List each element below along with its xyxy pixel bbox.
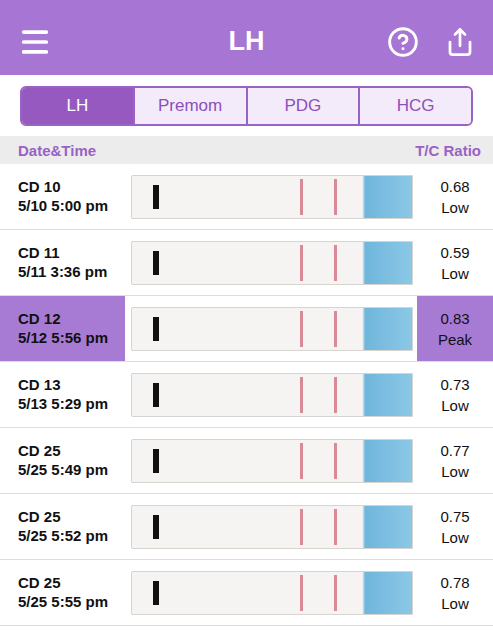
strip-cell: [125, 362, 417, 427]
strip-cell: [125, 230, 417, 295]
tab-bar: LHPremomPDGHCG: [0, 75, 493, 136]
test-row[interactable]: CD 255/25 5:55 pm 0.78Low: [0, 560, 493, 626]
ratio-result: Low: [441, 461, 469, 482]
ratio-cell: 0.73Low: [417, 362, 493, 427]
menu-icon[interactable]: [18, 25, 52, 59]
strip-cell: [125, 560, 417, 625]
strip-photo: [131, 241, 413, 285]
ratio-cell: 0.83Peak: [417, 296, 493, 361]
date-cell: CD 125/12 5:56 pm: [0, 296, 125, 361]
test-row[interactable]: CD 105/10 5:00 pm 0.68Low: [0, 164, 493, 230]
ratio-value: 0.83: [440, 308, 469, 329]
ratio-cell: 0.59Low: [417, 230, 493, 295]
tab[interactable]: PDG: [246, 88, 359, 124]
segmented-control: LHPremomPDGHCG: [20, 86, 473, 126]
date-cell: CD 255/25 5:52 pm: [0, 494, 125, 559]
ratio-value: 0.78: [440, 572, 469, 593]
ratio-value: 0.75: [440, 506, 469, 527]
ratio-cell: 0.75Low: [417, 494, 493, 559]
strip-photo: [131, 307, 413, 351]
test-row[interactable]: CD 255/25 5:52 pm 0.75Low: [0, 494, 493, 560]
ratio-cell: 0.77Low: [417, 428, 493, 493]
strip-photo: [131, 373, 413, 417]
share-icon[interactable]: [445, 27, 475, 57]
ratio-cell: 0.68Low: [417, 164, 493, 229]
app-header: LH: [0, 0, 493, 75]
ratio-value: 0.73: [440, 374, 469, 395]
strip-cell: [125, 296, 417, 361]
test-row[interactable]: CD 115/11 3:36 pm 0.59Low: [0, 230, 493, 296]
date-cell: CD 255/25 5:49 pm: [0, 428, 125, 493]
strip-photo: [131, 571, 413, 615]
ratio-value: 0.59: [440, 242, 469, 263]
column-label: Date&Time: [18, 142, 96, 159]
test-row[interactable]: CD 125/12 5:56 pm 0.83Peak: [0, 296, 493, 362]
date-cell: CD 115/11 3:36 pm: [0, 230, 125, 295]
ratio-result: Low: [441, 263, 469, 284]
ratio-result: Low: [441, 197, 469, 218]
tab[interactable]: LH: [22, 88, 133, 124]
strip-cell: [125, 428, 417, 493]
tab[interactable]: Premom: [133, 88, 246, 124]
strip-cell: [125, 164, 417, 229]
ratio-cell: 0.78Low: [417, 560, 493, 625]
tab[interactable]: HCG: [358, 88, 471, 124]
column-header: Date&Time T/C Ratio: [0, 136, 493, 164]
ratio-result: Low: [441, 593, 469, 614]
test-row[interactable]: CD 255/25 5:49 pm 0.77Low: [0, 428, 493, 494]
ratio-value: 0.68: [440, 176, 469, 197]
screen-title: LH: [229, 26, 265, 57]
strip-photo: [131, 505, 413, 549]
strip-photo: [131, 439, 413, 483]
strip-cell: [125, 494, 417, 559]
column-label: T/C Ratio: [415, 142, 481, 159]
lh-screen: LHLHPremomPDGHCGDate&TimeT/C RatioCD 105…: [0, 0, 493, 640]
help-icon[interactable]: [387, 26, 419, 58]
ratio-result: Low: [441, 395, 469, 416]
date-cell: CD 105/10 5:00 pm: [0, 164, 125, 229]
ratio-result: Peak: [438, 329, 472, 350]
ratio-result: Low: [441, 527, 469, 548]
ratio-value: 0.77: [440, 440, 469, 461]
test-row[interactable]: CD 135/13 5:29 pm 0.73Low: [0, 362, 493, 428]
date-cell: CD 255/25 5:55 pm: [0, 560, 125, 625]
strip-photo: [131, 175, 413, 219]
date-cell: CD 135/13 5:29 pm: [0, 362, 125, 427]
